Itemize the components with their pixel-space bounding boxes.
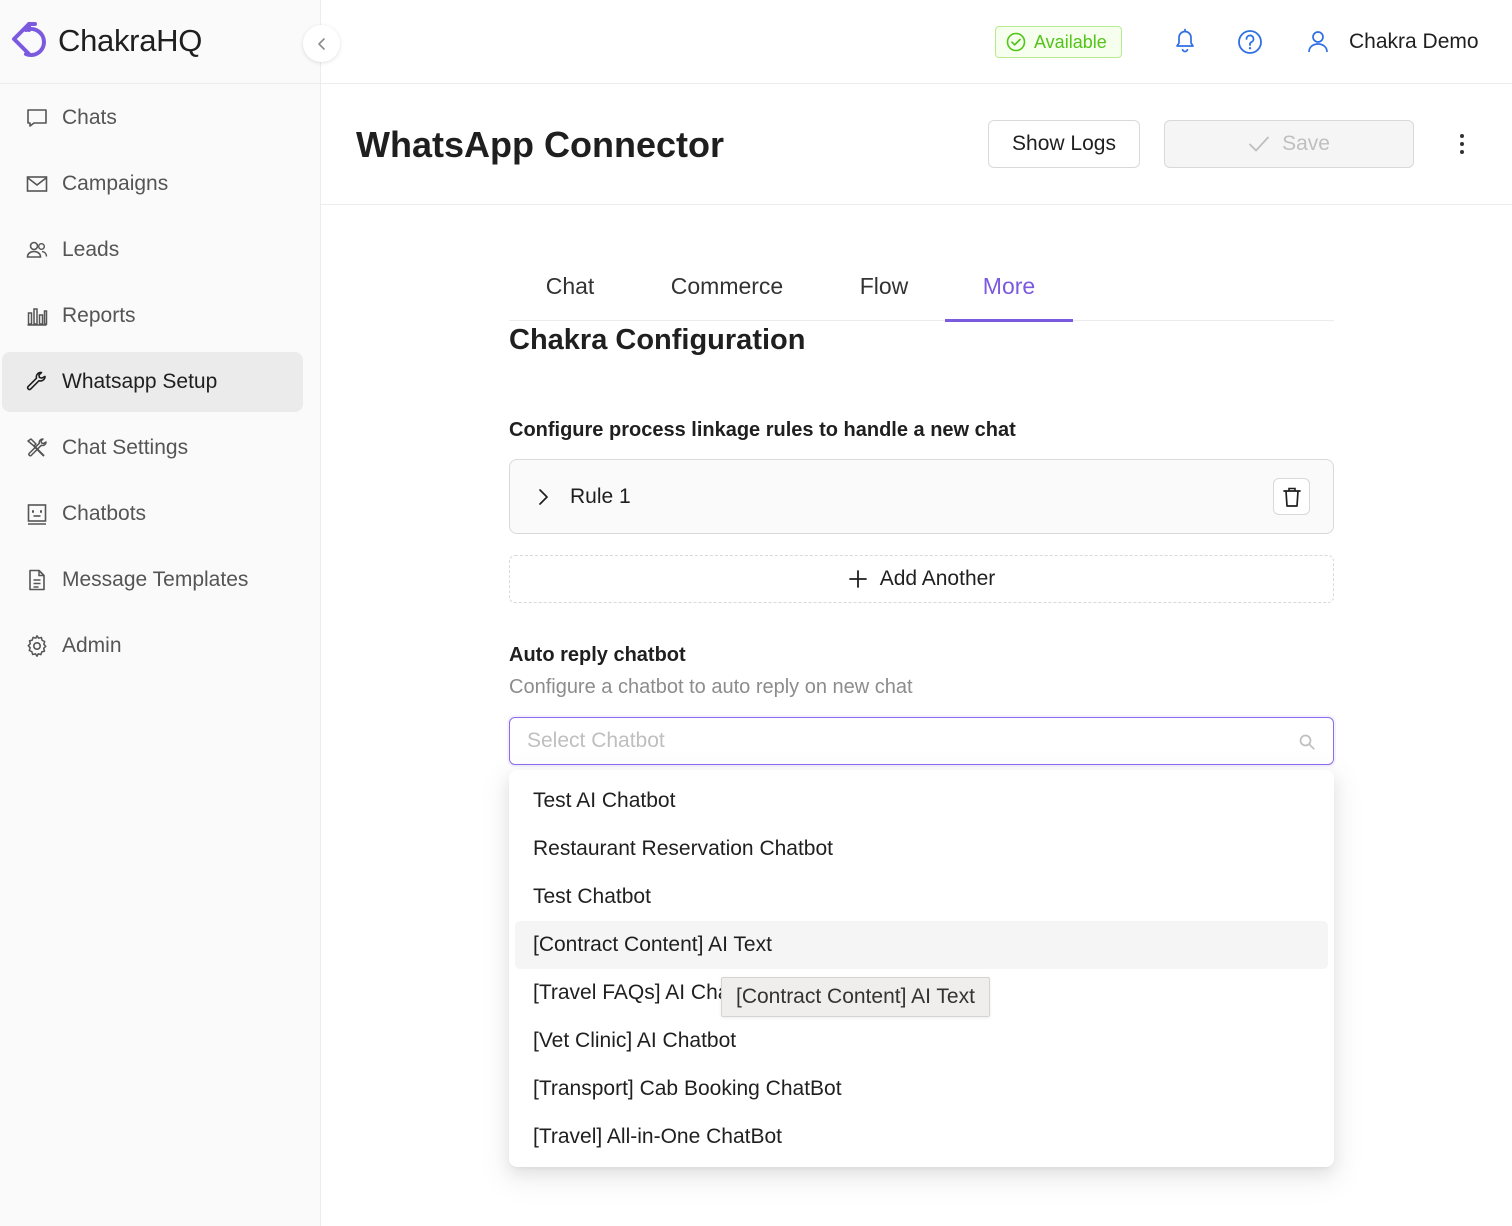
sidebar-item-reports[interactable]: Reports — [2, 286, 303, 346]
sidebar-item-label: Admin — [62, 634, 122, 657]
chakrahq-logo-icon — [12, 22, 46, 57]
help-button[interactable] — [1237, 29, 1263, 60]
sidebar-item-campaigns[interactable]: Campaigns — [2, 154, 303, 214]
add-another-button[interactable]: Add Another — [509, 555, 1334, 603]
plus-icon — [848, 569, 868, 589]
sidebar-item-label: Message Templates — [62, 568, 249, 591]
more-options-button[interactable] — [1449, 130, 1475, 158]
gear-icon — [24, 633, 50, 659]
logo-text: ChakraHQ — [58, 23, 203, 58]
sidebar-item-label: Leads — [62, 238, 120, 261]
collapse-sidebar-button[interactable] — [303, 25, 340, 62]
add-another-label: Add Another — [879, 567, 996, 590]
sidebar-divider — [0, 83, 321, 84]
dropdown-option-hovered[interactable]: [Contract Content] AI Text — [515, 921, 1328, 969]
tab-bar: Chat Commerce Flow More — [509, 252, 1334, 322]
rule-card[interactable]: Rule 1 — [509, 459, 1334, 534]
chevron-right-icon[interactable] — [536, 488, 552, 506]
more-vertical-icon — [1460, 134, 1464, 154]
chevron-left-icon — [317, 37, 325, 50]
document-icon — [24, 567, 50, 593]
chatbot-dropdown: Test AI Chatbot Restaurant Reservation C… — [509, 770, 1334, 1167]
option-tooltip: [Contract Content] AI Text — [721, 977, 990, 1017]
sidebar-item-chatbots[interactable]: Chatbots — [2, 484, 303, 544]
mail-icon — [24, 171, 50, 197]
page-title: WhatsApp Connector — [356, 124, 724, 165]
dropdown-option[interactable]: [Travel] All-in-One ChatBot — [515, 1113, 1328, 1161]
sidebar-item-chats[interactable]: Chats — [2, 88, 303, 148]
auto-reply-label: Auto reply chatbot — [509, 644, 686, 666]
sidebar-item-whatsapp-setup[interactable]: Whatsapp Setup — [2, 352, 303, 412]
sidebar-item-label: Chats — [62, 106, 117, 129]
dropdown-option[interactable]: [Vet Clinic] AI Chatbot — [515, 1017, 1328, 1065]
tab-commerce[interactable]: Commerce — [631, 252, 823, 321]
dropdown-option[interactable]: Test AI Chatbot — [515, 777, 1328, 825]
wrench-icon — [24, 369, 50, 395]
help-icon — [1238, 30, 1262, 54]
sidebar-item-label: Reports — [62, 304, 136, 327]
delete-rule-button[interactable] — [1273, 478, 1310, 515]
section-title: Chakra Configuration — [509, 324, 806, 356]
dropdown-option[interactable]: Test Chatbot — [515, 873, 1328, 921]
bell-icon — [1176, 28, 1194, 53]
check-icon — [1248, 135, 1270, 153]
notifications-button[interactable] — [1173, 28, 1197, 59]
sidebar-nav: Chats Campaigns Leads Reports Whatsapp S… — [2, 88, 303, 682]
tab-chat[interactable]: Chat — [509, 252, 631, 321]
dropdown-option[interactable]: Restaurant Reservation Chatbot — [515, 825, 1328, 873]
save-button[interactable]: Save — [1164, 120, 1414, 168]
sidebar-item-leads[interactable]: Leads — [2, 220, 303, 280]
sidebar: ChakraHQ Chats Campaigns Leads Reports W… — [0, 0, 321, 1226]
auto-reply-description: Configure a chatbot to auto reply on new… — [509, 676, 913, 698]
trash-icon — [1282, 487, 1301, 507]
check-circle-icon — [1006, 32, 1026, 52]
logo[interactable]: ChakraHQ — [10, 18, 202, 64]
tab-more[interactable]: More — [945, 252, 1073, 322]
robot-icon — [24, 501, 50, 527]
chatbot-search-input[interactable] — [527, 729, 1287, 753]
user-name[interactable]: Chakra Demo — [1349, 30, 1479, 54]
users-icon — [24, 237, 50, 263]
sidebar-item-label: Chat Settings — [62, 436, 189, 459]
topbar: Available Chakra Demo — [321, 0, 1512, 84]
search-icon — [1298, 733, 1316, 751]
rule-name: Rule 1 — [570, 484, 631, 508]
sidebar-item-chat-settings[interactable]: Chat Settings — [2, 418, 303, 478]
sidebar-item-admin[interactable]: Admin — [2, 616, 303, 676]
tools-icon — [24, 435, 50, 461]
sidebar-item-label: Whatsapp Setup — [62, 370, 218, 393]
tab-flow[interactable]: Flow — [823, 252, 945, 321]
page-header: WhatsApp Connector Show Logs Save — [321, 84, 1512, 205]
save-label: Save — [1282, 132, 1330, 155]
dropdown-option[interactable]: [Transport] Cab Booking ChatBot — [515, 1065, 1328, 1113]
sidebar-item-message-templates[interactable]: Message Templates — [2, 550, 303, 610]
chatbot-select[interactable] — [509, 717, 1334, 765]
sidebar-item-label: Chatbots — [62, 502, 147, 525]
bar-chart-icon — [24, 303, 50, 329]
sidebar-item-label: Campaigns — [62, 172, 169, 195]
status-badge[interactable]: Available — [995, 26, 1122, 58]
user-icon — [1308, 31, 1328, 53]
chat-icon — [24, 105, 50, 131]
user-menu-button[interactable] — [1306, 29, 1330, 60]
rules-label: Configure process linkage rules to handl… — [509, 419, 1016, 441]
show-logs-button[interactable]: Show Logs — [988, 120, 1140, 168]
status-text: Available — [1034, 31, 1107, 52]
